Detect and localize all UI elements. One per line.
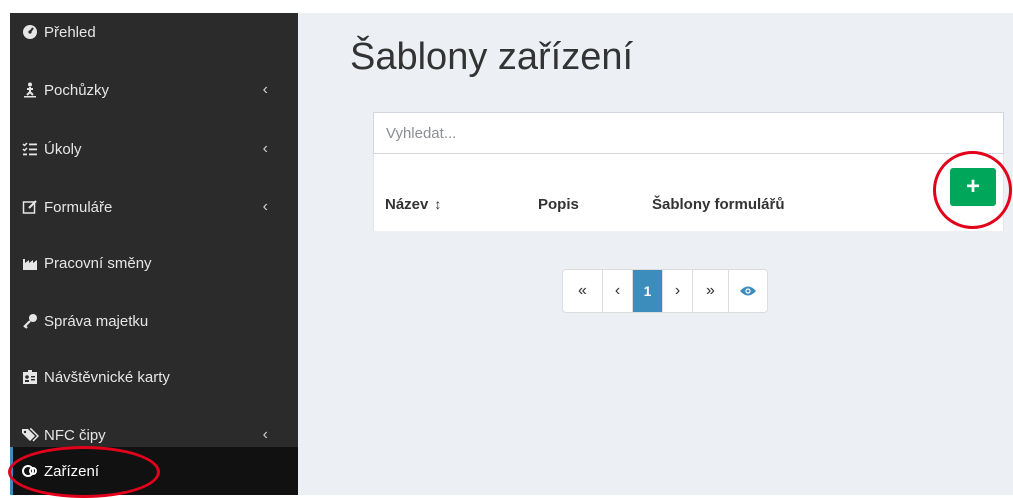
sidebar-item-label: Úkoly [44,140,82,158]
chevron-left-icon: ‹ [262,198,268,215]
last-page-button[interactable]: » [693,270,729,312]
sidebar-item-ukoly[interactable]: Úkoly ‹ [10,125,298,173]
sidebar-item-label: Pracovní směny [44,254,152,272]
id-card-icon [20,368,40,386]
sidebar-item-sprava-majetku[interactable]: Správa majetku [10,297,298,345]
previous-page-button[interactable]: ‹ [603,270,633,312]
search-input[interactable] [373,112,1004,154]
next-page-button[interactable]: › [663,270,693,312]
sidebar-item-label: NFC čipy [44,426,106,444]
table-header: Název ↕ Popis Šablony formulářů [373,154,1004,231]
sidebar-item-pochuzky[interactable]: Pochůzky ‹ [10,66,298,114]
column-header-popis: Popis [538,196,579,213]
first-page-button[interactable]: « [563,270,603,312]
sidebar-item-navstevnicke-karty[interactable]: Návštěvnické karty [10,353,298,401]
sort-icon: ↕ [434,196,442,212]
sidebar-item-zarizeni[interactable]: Zařízení [10,447,298,495]
pagination: « ‹ 1 › » [562,269,768,313]
sidebar-item-label: Správa majetku [44,312,149,330]
eye-icon[interactable] [729,270,767,312]
sidebar-item-label: Formuláře [44,198,113,216]
edit-form-icon [20,198,40,216]
chevron-left-icon: ‹ [262,140,268,157]
sidebar-item-prehled[interactable]: Přehled [10,13,298,56]
column-header-sablony-formularu: Šablony formulářů [652,196,785,213]
person-walk-icon [20,81,40,99]
tags-icon [20,426,40,444]
sidebar-item-label: Přehled [44,23,96,41]
sidebar-item-label: Pochůzky [44,81,110,99]
sidebar: Přehled Pochůzky ‹ Úkoly ‹ Formuláře ‹ P… [10,13,298,495]
chevron-left-icon: ‹ [262,426,268,443]
content-background [298,13,1013,495]
key-icon [20,312,40,330]
devices-icon [20,462,40,480]
sidebar-item-pracovni-smeny[interactable]: Pracovní směny [10,239,298,287]
chevron-left-icon: ‹ [262,81,268,98]
column-header-nazev[interactable]: Název ↕ [385,196,441,213]
page-title: Šablony zařízení [350,36,634,78]
sidebar-item-formulare[interactable]: Formuláře ‹ [10,183,298,231]
task-list-icon [20,140,40,158]
add-button[interactable]: + [950,168,996,206]
sidebar-item-label: Zařízení [44,462,100,480]
dashboard-icon [20,23,40,41]
sidebar-item-label: Návštěvnické karty [44,368,170,386]
factory-icon [20,254,40,272]
page-1-button[interactable]: 1 [633,270,663,312]
